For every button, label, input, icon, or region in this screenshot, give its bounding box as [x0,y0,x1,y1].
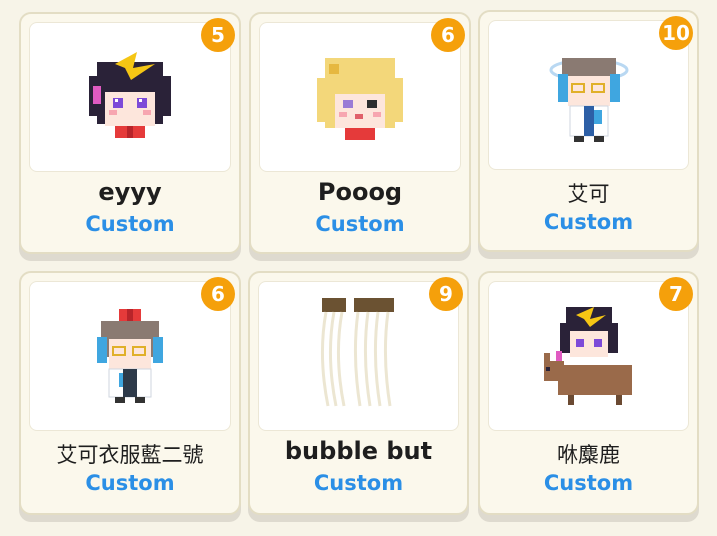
count-badge: 6 [201,277,235,311]
sticker-name: Pooog [317,178,403,206]
sticker-thumbnail [488,281,689,431]
sticker-thumbnail [258,281,459,431]
sticker-card-pooog[interactable]: 6 Pooog Custom [249,12,471,254]
hanging-legs-sticker-image [320,298,394,407]
blonde-girl-sticker-image [317,58,403,140]
sticker-thumbnail [29,281,231,431]
sticker-name: eyyy [98,178,162,206]
sticker-name: 艾可衣服藍二號 [56,443,204,467]
count-badge: 5 [201,18,235,52]
sticker-card-bubble-but[interactable]: 9 bubble but Custom [248,271,469,515]
sticker-card-reindeer[interactable]: 7 咻麋鹿 Custom [478,271,699,515]
sticker-card-aike-outfit[interactable]: 6 艾可衣服藍二號 Custom [19,271,241,515]
custom-label: Custom [543,471,634,495]
sticker-thumbnail [29,22,231,172]
sticker-card-aike[interactable]: 10 艾可 Custom [478,10,699,252]
sticker-thumbnail [259,22,461,172]
sticker-name: 艾可 [567,182,610,206]
sticker-thumbnail [488,20,689,170]
custom-label: Custom [85,471,175,495]
custom-label: Custom [85,212,175,236]
custom-label: Custom [543,210,634,234]
girl-riding-deer-sticker-image [543,307,632,405]
boy-red-bow-sticker-image [97,309,163,403]
blue-hair-boy-sticker-image [549,58,628,142]
count-badge: 7 [659,277,693,311]
dark-hair-girl-sticker-image [89,52,171,138]
sticker-card-eyyy[interactable]: 5 eyyy Custom [19,12,241,254]
count-badge: 6 [431,18,465,52]
count-badge: 10 [659,16,693,50]
count-badge: 9 [429,277,463,311]
sticker-name: bubble but [284,437,433,465]
sticker-grid: { "cards": [ {"name": "eyyy", "count": "… [0,0,717,536]
sticker-name: 咻麋鹿 [557,443,620,467]
custom-label: Custom [315,212,405,236]
custom-label: Custom [313,471,404,495]
